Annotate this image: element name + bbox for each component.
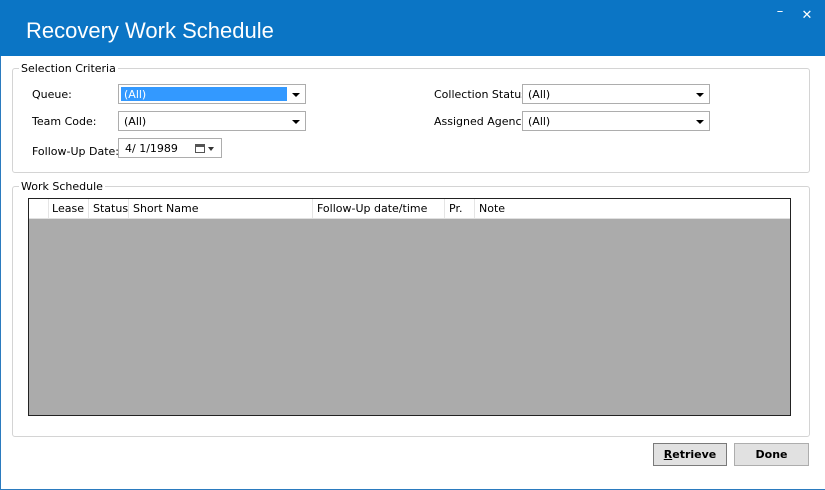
collection-status-value: (All) [528, 88, 551, 101]
grid-header: Lease Status Short Name Follow-Up date/t… [29, 199, 790, 219]
work-schedule-legend: Work Schedule [19, 180, 105, 193]
row-selector-header [29, 199, 49, 218]
chevron-down-icon [292, 120, 300, 124]
follow-up-date-label: Follow-Up Date: [32, 145, 120, 158]
chevron-down-icon [292, 93, 300, 97]
queue-value: (All) [124, 88, 147, 101]
column-header-status[interactable]: Status [89, 199, 129, 218]
team-code-value: (All) [124, 115, 147, 128]
column-header-note[interactable]: Note [475, 199, 790, 218]
done-button[interactable]: Done [734, 443, 809, 466]
work-schedule-grid[interactable]: Lease Status Short Name Follow-Up date/t… [28, 198, 791, 416]
assigned-agency-dropdown[interactable]: (All) [522, 111, 710, 131]
retrieve-button-label: Retrieve [663, 448, 717, 461]
collection-status-label: Collection Status: [434, 88, 531, 101]
title-bar: Recovery Work Schedule – ✕ [0, 0, 825, 56]
follow-up-date-value: 4/ 1/1989 [125, 142, 178, 155]
queue-dropdown[interactable]: (All) [118, 84, 306, 104]
calendar-icon[interactable] [195, 144, 205, 153]
assigned-agency-label: Assigned Agency: [434, 115, 531, 128]
retrieve-button[interactable]: Retrieve [653, 443, 727, 466]
chevron-down-icon [696, 120, 704, 124]
assigned-agency-value: (All) [528, 115, 551, 128]
queue-label: Queue: [32, 88, 72, 101]
minimize-button[interactable]: – [770, 4, 790, 19]
chevron-down-icon [208, 147, 214, 151]
column-header-lease[interactable]: Lease [49, 199, 89, 218]
collection-status-dropdown[interactable]: (All) [522, 84, 710, 104]
team-code-dropdown[interactable]: (All) [118, 111, 306, 131]
chevron-down-icon [696, 93, 704, 97]
selection-criteria-legend: Selection Criteria [19, 62, 118, 75]
column-header-follow-up[interactable]: Follow-Up date/time [313, 199, 445, 218]
close-button[interactable]: ✕ [797, 8, 817, 23]
column-header-short-name[interactable]: Short Name [129, 199, 313, 218]
window-title: Recovery Work Schedule [26, 18, 274, 43]
column-header-priority[interactable]: Pr. [445, 199, 475, 218]
follow-up-date-picker[interactable]: 4/ 1/1989 [118, 138, 222, 158]
team-code-label: Team Code: [32, 115, 97, 128]
